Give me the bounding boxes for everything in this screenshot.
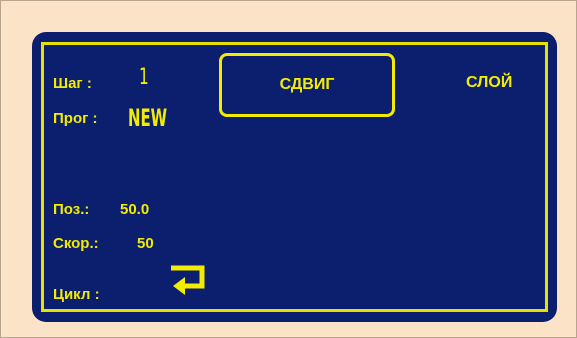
step-value: 1 <box>139 65 149 90</box>
position-label: Поз.: <box>53 201 90 218</box>
step-label: Шаг : <box>53 75 92 92</box>
speed-value: 50 <box>137 235 154 252</box>
cycle-label: Цикл : <box>53 286 100 303</box>
layer-button[interactable]: СЛОЙ <box>466 74 512 92</box>
program-value: NEW <box>128 104 168 132</box>
shift-mode-button[interactable]: СДВИГ <box>219 53 395 117</box>
position-value: 50.0 <box>120 201 150 218</box>
speed-label: Скор.: <box>53 235 99 252</box>
program-label: Прог : <box>53 110 98 127</box>
return-arrow-icon[interactable] <box>169 264 211 300</box>
